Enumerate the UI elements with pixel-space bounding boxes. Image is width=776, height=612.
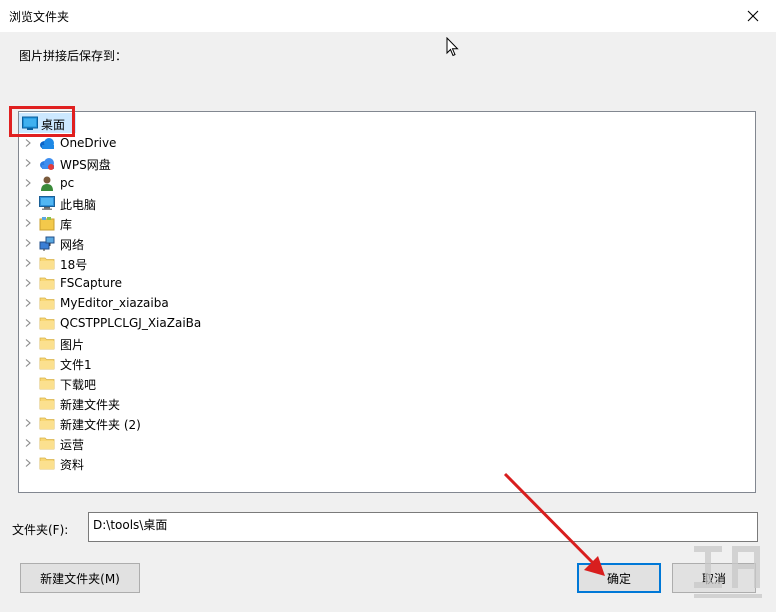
- watermark-logo: [694, 546, 762, 598]
- annotation-arrow: [503, 472, 605, 576]
